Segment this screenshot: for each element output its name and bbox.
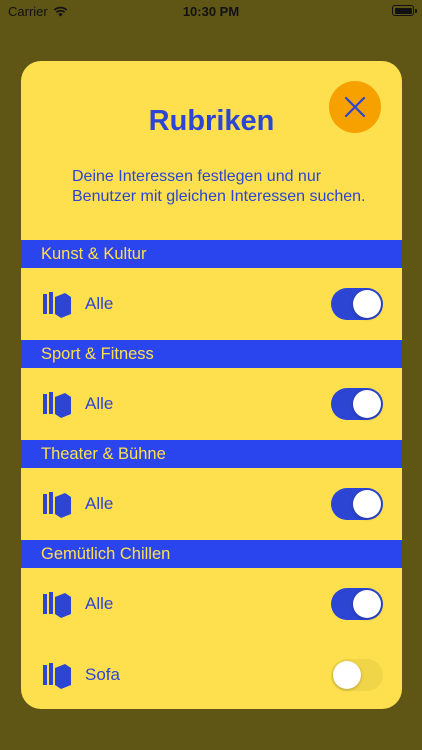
toggle-knob bbox=[353, 390, 381, 418]
row-label: Alle bbox=[85, 594, 114, 613]
books-icon bbox=[43, 392, 71, 418]
status-time: 10:30 PM bbox=[182, 4, 240, 19]
row-label: Alle bbox=[85, 494, 114, 513]
toggle-knob bbox=[353, 590, 381, 618]
toggle-sport-fitness-alle[interactable] bbox=[331, 388, 383, 420]
books-icon bbox=[43, 492, 71, 518]
toggle-kunst-kultur-alle[interactable] bbox=[331, 288, 383, 320]
books-icon bbox=[43, 663, 71, 689]
toggle-gemuetlich-chillen-alle[interactable] bbox=[331, 588, 383, 620]
toggle-gemuetlich-chillen-sofa[interactable] bbox=[331, 659, 383, 691]
status-bar: Carrier 10:30 PM bbox=[0, 0, 422, 22]
row-kunst-kultur-alle: Alle bbox=[21, 278, 402, 330]
row-label: Alle bbox=[85, 394, 114, 413]
modal-title: Rubriken bbox=[148, 105, 275, 137]
row-sport-fitness-alle: Alle bbox=[21, 378, 402, 430]
section-header-sport-fitness: Sport & Fitness bbox=[21, 340, 402, 368]
section-header-gemuetlich-chillen: Gemütlich Chillen bbox=[21, 540, 402, 568]
toggle-knob bbox=[333, 661, 361, 689]
row-label: Sofa bbox=[85, 665, 120, 684]
row-label: Alle bbox=[85, 294, 114, 313]
section-header-kunst-kultur: Kunst & Kultur bbox=[21, 240, 402, 268]
toggle-knob bbox=[353, 290, 381, 318]
rubriken-modal: Rubriken Deine Interessen festlegen und … bbox=[21, 61, 402, 709]
row-theater-buehne-alle: Alle bbox=[21, 478, 402, 530]
row-gemuetlich-chillen-sofa: Sofa bbox=[21, 649, 402, 701]
books-icon bbox=[43, 592, 71, 618]
section-header-theater-buehne: Theater & Bühne bbox=[21, 440, 402, 468]
battery-icon bbox=[392, 5, 417, 16]
books-icon bbox=[43, 292, 71, 318]
row-gemuetlich-chillen-alle: Alle bbox=[21, 578, 402, 630]
modal-description: Deine Interessen festlegen und nur Benut… bbox=[72, 168, 366, 205]
toggle-theater-buehne-alle[interactable] bbox=[331, 488, 383, 520]
toggle-knob bbox=[353, 490, 381, 518]
